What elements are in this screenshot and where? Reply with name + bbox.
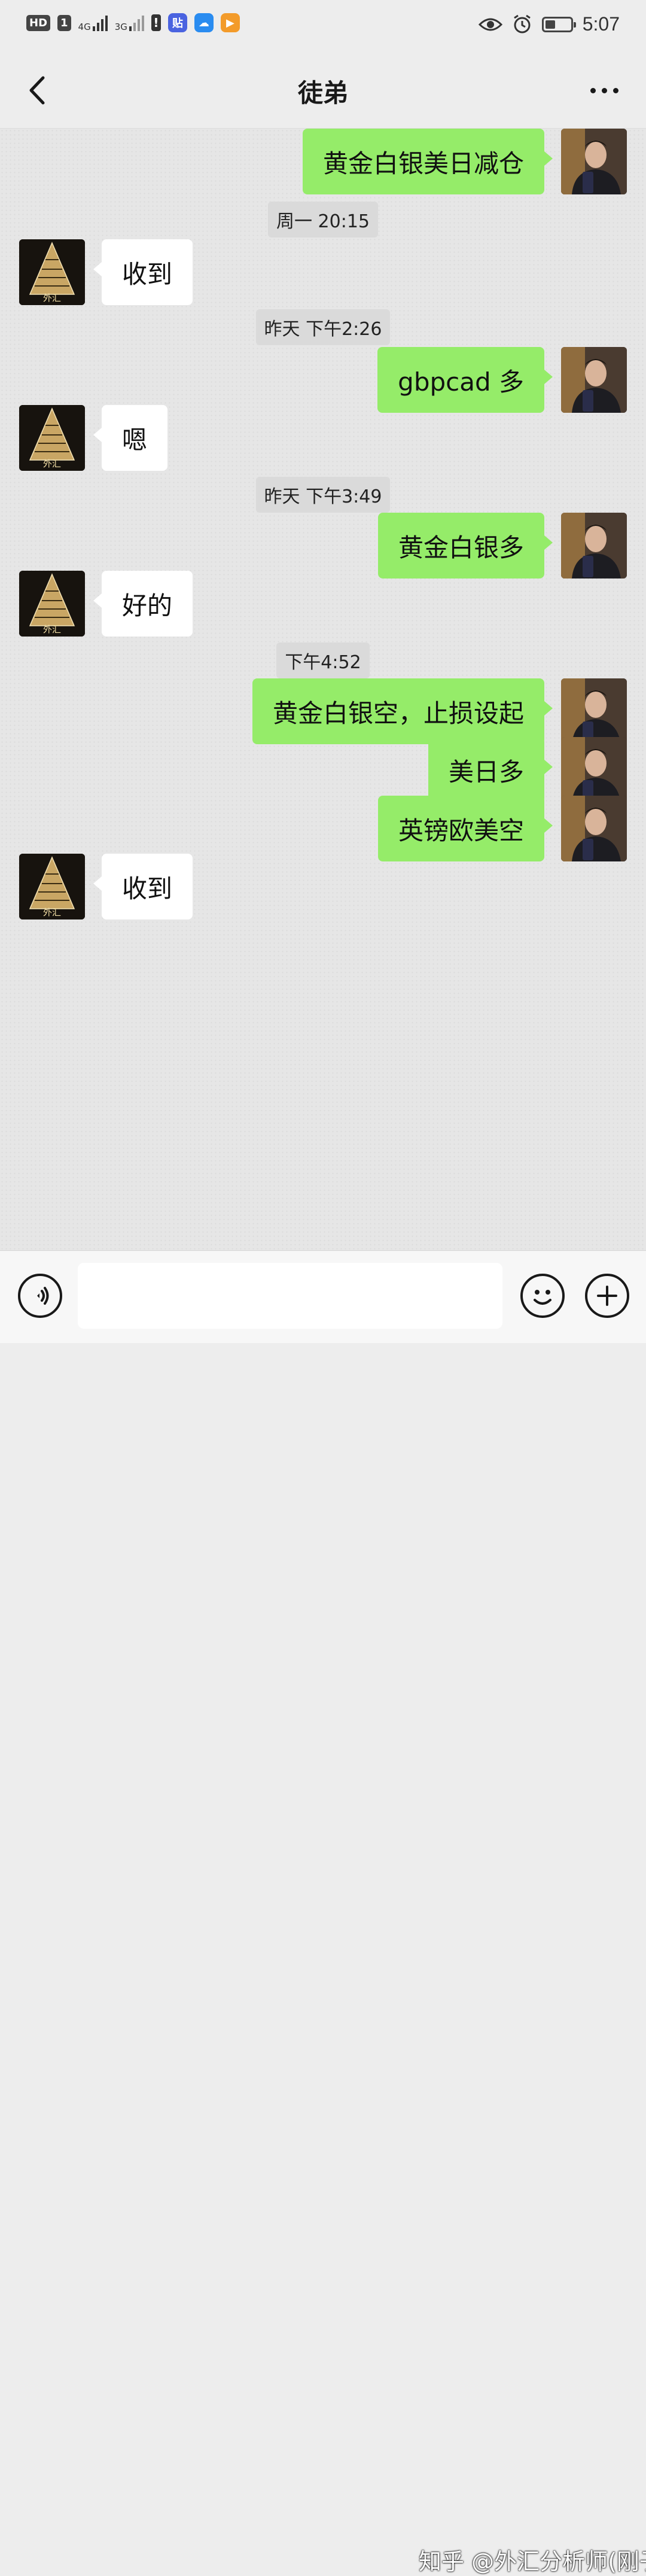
video-app-icon: ▶ (220, 13, 240, 32)
message-bubble[interactable]: 黄金白银多 (377, 513, 553, 578)
my-avatar[interactable] (561, 796, 627, 861)
chat-header: 徒弟 (0, 51, 646, 129)
outgoing-message: 英镑欧美空 (0, 796, 646, 861)
more-options-button[interactable] (580, 69, 628, 111)
input-bar: 知乎 @外汇分析师(刚子) (0, 1250, 646, 2575)
incoming-message: 外汇 好的 (0, 571, 646, 637)
voice-icon (37, 1287, 49, 1305)
message-bubble[interactable]: 收到 (93, 239, 193, 305)
my-avatar-image (561, 678, 627, 744)
contact-avatar-label: 外汇 (42, 293, 61, 303)
my-avatar-image (561, 513, 627, 578)
eye-icon (478, 18, 502, 31)
my-avatar-image (561, 129, 627, 194)
alarm-icon (513, 14, 531, 33)
plus-icon (597, 1286, 617, 1306)
outgoing-message: 黄金白银多 (0, 513, 646, 578)
signal-4g-icon: 4G (78, 14, 108, 32)
status-time: 5:07 (582, 13, 620, 35)
my-avatar[interactable] (561, 347, 627, 413)
more-functions-button[interactable] (585, 1274, 629, 1318)
message-input[interactable] (78, 1263, 502, 1329)
cloud-app-icon: ☁ (194, 13, 214, 32)
outgoing-message: 黄金白银美日减仓 (0, 129, 646, 194)
sim-badge: 1 (57, 14, 71, 31)
my-avatar[interactable] (561, 737, 627, 803)
outgoing-message: gbpcad 多 (0, 347, 646, 413)
message-bubble[interactable]: 收到 (93, 854, 193, 919)
watermark: 知乎 @外汇分析师(刚子) (419, 2548, 646, 2575)
timestamp-label: 下午4:52 (276, 643, 370, 678)
incoming-message: 外汇 嗯 (0, 405, 646, 471)
signal-3g-icon: 3G (114, 14, 144, 32)
network-4g-label: 4G (78, 22, 91, 32)
timestamp: 昨天 下午3:49 (0, 477, 646, 513)
timestamp-label: 昨天 下午3:49 (255, 477, 391, 513)
contact-avatar[interactable]: 外汇 (19, 854, 85, 919)
outgoing-message: 美日多 (0, 737, 646, 803)
my-avatar-image (561, 737, 627, 803)
contact-avatar[interactable]: 外汇 (19, 405, 85, 471)
status-left: HD 1 4G 3G ! 贴 ☁ ▶ (26, 13, 240, 32)
message-bubble[interactable]: 好的 (93, 571, 193, 637)
my-avatar-image (561, 347, 627, 413)
timestamp-label: 周一 20:15 (268, 202, 378, 237)
outgoing-message: 黄金白银空，止损设起 (0, 678, 646, 744)
incoming-message: 外汇 收到 (0, 854, 646, 919)
timestamp: 下午4:52 (0, 643, 646, 678)
voice-button[interactable] (18, 1274, 62, 1318)
signal-bars-icon (129, 14, 144, 31)
contact-avatar-label: 外汇 (42, 458, 61, 469)
my-avatar[interactable] (561, 129, 627, 194)
timestamp: 周一 20:15 (0, 202, 646, 237)
message-bubble[interactable]: 黄金白银空，止损设起 (252, 678, 553, 744)
alert-icon: ! (151, 14, 161, 31)
timestamp-label: 昨天 下午2:26 (255, 309, 391, 345)
timestamp: 昨天 下午2:26 (0, 309, 646, 345)
message-bubble[interactable]: 嗯 (93, 405, 168, 471)
incoming-message: 外汇 收到 (0, 239, 646, 305)
my-avatar[interactable] (561, 513, 627, 578)
network-3g-label: 3G (114, 22, 127, 32)
chat-message-list[interactable]: 黄金白银美日减仓 周一 20:15 外汇 收到 昨天 下午2:26 gbpcad 多外汇嗯… (0, 129, 646, 1250)
signal-bars-icon (92, 14, 108, 31)
my-avatar-image (561, 796, 627, 861)
my-avatar[interactable] (561, 678, 627, 744)
message-bubble[interactable]: 英镑欧美空 (377, 796, 553, 861)
contact-avatar[interactable]: 外汇 (19, 571, 85, 637)
more-dot (613, 87, 618, 93)
message-bubble[interactable]: 美日多 (428, 737, 553, 803)
emoji-icon (534, 1290, 551, 1305)
emoji-button[interactable] (520, 1274, 565, 1318)
message-bubble[interactable]: gbpcad 多 (377, 347, 553, 413)
more-dots-icon (590, 87, 596, 93)
hd-badge: HD (26, 14, 51, 31)
status-bar: HD 1 4G 3G ! 贴 ☁ ▶ 5:07 (0, 0, 646, 51)
message-bubble[interactable]: 黄金白银美日减仓 (302, 129, 553, 194)
contact-avatar-label: 外汇 (42, 624, 61, 635)
battery-icon (541, 16, 576, 32)
more-dot (601, 87, 607, 93)
contact-avatar-label: 外汇 (42, 907, 61, 918)
page-title: 徒弟 (297, 78, 348, 108)
tieba-app-icon: 贴 (167, 13, 187, 32)
contact-avatar[interactable]: 外汇 (19, 239, 85, 305)
status-right: 5:07 (478, 13, 620, 35)
